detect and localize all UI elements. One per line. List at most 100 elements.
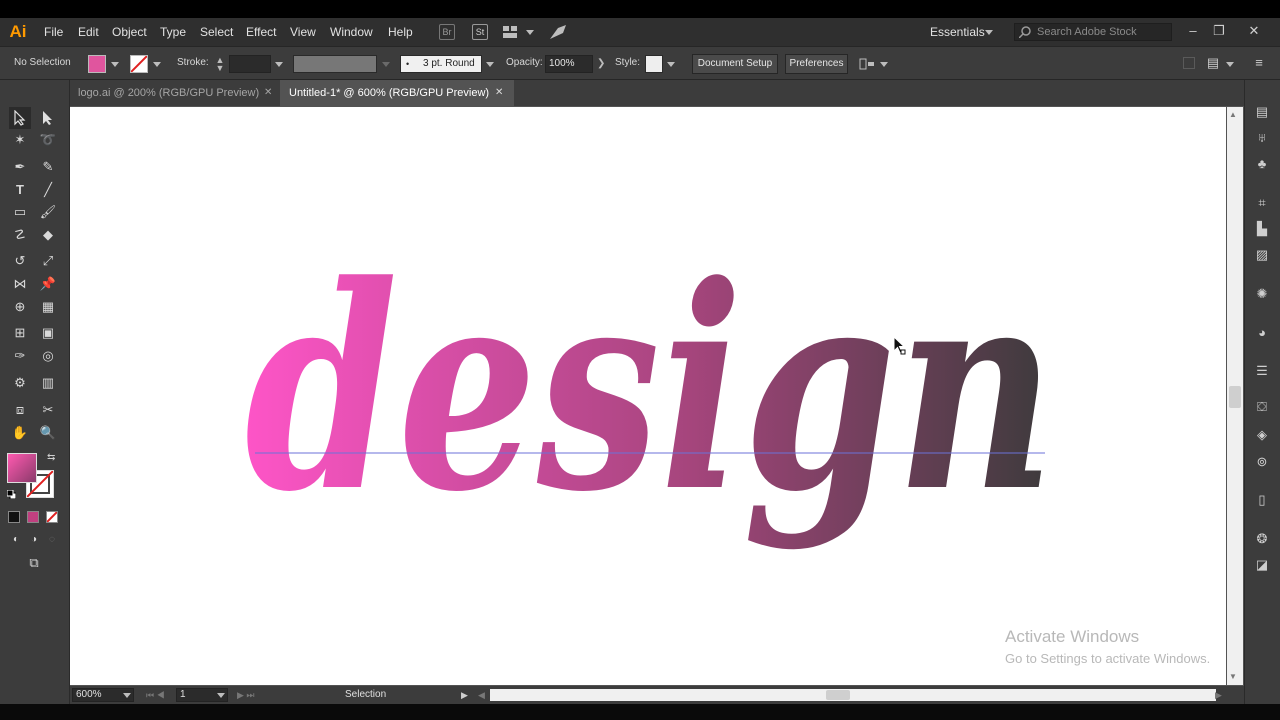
layers-panel-icon[interactable]: ◈ bbox=[1253, 426, 1271, 444]
document-setup-button[interactable]: Document Setup bbox=[692, 54, 778, 74]
arrange-chevron-down-icon[interactable] bbox=[526, 30, 534, 35]
draw-normal-icon[interactable]: ◐ bbox=[6, 530, 26, 550]
puppet-warp-tool-icon[interactable]: 📌 bbox=[38, 274, 58, 294]
stroke-chevron-down-icon[interactable] bbox=[153, 62, 161, 67]
tab-untitled-close-icon[interactable]: ✕ bbox=[495, 80, 503, 106]
zoom-tool-icon[interactable]: 🔍 bbox=[38, 423, 58, 443]
graphic-styles-panel-icon[interactable]: ❂ bbox=[1253, 530, 1271, 548]
pen-tool-icon[interactable]: ✒ bbox=[10, 157, 30, 177]
column-graph-tool-icon[interactable]: ▥ bbox=[38, 373, 58, 393]
eyedropper-tool-icon[interactable]: ✑ bbox=[10, 346, 30, 366]
align-panel-icon[interactable]: ▙ bbox=[1253, 220, 1271, 238]
slice-tool-icon[interactable]: ✂ bbox=[38, 400, 58, 420]
color-panel-icon[interactable]: ◕ bbox=[1253, 324, 1271, 342]
preferences-button[interactable]: Preferences bbox=[785, 54, 848, 74]
gradient-mode-icon[interactable] bbox=[27, 511, 39, 523]
gradient-tool-icon[interactable]: ▣ bbox=[38, 323, 58, 343]
vertical-scroll-thumb[interactable] bbox=[1229, 386, 1241, 408]
asset-export-panel-icon[interactable]: ⛋ bbox=[1253, 398, 1271, 416]
status-menu-icon[interactable]: ▶ bbox=[461, 688, 468, 702]
arrange-panels-chevron-down-icon[interactable] bbox=[1226, 62, 1234, 67]
creative-cloud-panel-icon[interactable]: ⊚ bbox=[1253, 453, 1271, 471]
color-mode-icon[interactable] bbox=[8, 511, 20, 523]
shape-builder-tool-icon[interactable]: ⊕ bbox=[10, 297, 30, 317]
paintbrush-tool-icon[interactable]: 🖌 bbox=[38, 202, 58, 222]
menu-type[interactable]: Type bbox=[160, 18, 186, 46]
blend-tool-icon[interactable]: ◎ bbox=[38, 346, 58, 366]
menu-effect[interactable]: Effect bbox=[246, 18, 276, 46]
fill-chevron-down-icon[interactable] bbox=[111, 62, 119, 67]
graphic-style-swatch[interactable] bbox=[645, 55, 663, 73]
scroll-down-icon[interactable]: ▼ bbox=[1229, 672, 1237, 681]
hand-tool-icon[interactable]: ✋ bbox=[10, 423, 30, 443]
stroke-weight-field[interactable] bbox=[229, 55, 271, 73]
artboard-tool-icon[interactable]: ⧈ bbox=[10, 400, 30, 420]
align-chevron-down-icon[interactable] bbox=[880, 62, 888, 67]
transform-panel-icon[interactable]: ⌗ bbox=[1253, 194, 1271, 212]
workspace-chevron-down-icon[interactable] bbox=[985, 30, 993, 35]
minimize-icon[interactable]: – bbox=[1181, 18, 1205, 44]
bridge-icon[interactable]: Br bbox=[439, 24, 455, 40]
menu-view[interactable]: View bbox=[290, 18, 316, 46]
mesh-tool-icon[interactable]: ⊞ bbox=[10, 323, 30, 343]
first-artboard-icon[interactable]: ⏮ ◀ bbox=[146, 688, 165, 702]
close-icon[interactable]: ✕ bbox=[1242, 18, 1266, 44]
pathfinder-panel-icon[interactable]: ▨ bbox=[1253, 246, 1271, 264]
rotate-tool-icon[interactable]: ↺ bbox=[10, 251, 30, 271]
swap-fill-stroke-icon[interactable]: ⇆ bbox=[47, 452, 55, 463]
arrange-documents-icon[interactable] bbox=[503, 26, 517, 38]
symbol-sprayer-tool-icon[interactable]: ⚙ bbox=[10, 373, 30, 393]
screen-mode-icon[interactable]: ⧉ bbox=[24, 553, 44, 573]
draw-behind-icon[interactable]: ◑ bbox=[24, 530, 44, 550]
restore-icon[interactable]: ❐ bbox=[1207, 18, 1231, 44]
arrange-panels-icon[interactable]: ▤ bbox=[1205, 55, 1221, 71]
menu-object[interactable]: Object bbox=[112, 18, 147, 46]
rectangle-tool-icon[interactable]: ▭ bbox=[10, 202, 30, 222]
perspective-grid-tool-icon[interactable]: ▦ bbox=[38, 297, 58, 317]
scale-tool-icon[interactable]: ⤢ bbox=[38, 251, 58, 271]
style-chevron-down-icon[interactable] bbox=[667, 62, 675, 67]
scroll-up-icon[interactable]: ▲ bbox=[1229, 110, 1237, 119]
libraries-panel-icon[interactable]: ♅ bbox=[1253, 129, 1271, 147]
artboards-panel-icon[interactable]: ◪ bbox=[1253, 556, 1271, 574]
stroke-weight-chevron-down-icon[interactable] bbox=[275, 62, 283, 67]
fill-color-box[interactable] bbox=[7, 453, 37, 483]
artboard-chevron-down-icon[interactable] bbox=[217, 693, 225, 698]
menu-file[interactable]: File bbox=[44, 18, 63, 46]
default-colors-icon[interactable] bbox=[6, 489, 17, 500]
stroke-panel-icon[interactable]: ☰ bbox=[1253, 362, 1271, 380]
direct-selection-tool-icon[interactable] bbox=[38, 108, 58, 128]
workspace-switcher[interactable]: Essentials bbox=[930, 18, 985, 46]
eraser-tool-icon[interactable]: ◆ bbox=[38, 225, 58, 245]
control-panel-menu-icon[interactable]: ≡ bbox=[1251, 55, 1267, 71]
line-segment-tool-icon[interactable]: ╱ bbox=[38, 180, 58, 200]
next-artboard-icon[interactable]: ▶ ⏭ bbox=[237, 688, 255, 702]
curvature-tool-icon[interactable]: ✎ bbox=[38, 157, 58, 177]
zoom-chevron-down-icon[interactable] bbox=[123, 693, 131, 698]
brush-chevron-down-icon[interactable] bbox=[486, 62, 494, 67]
align-icon[interactable] bbox=[859, 56, 875, 72]
shaper-tool-icon[interactable]: ☡ bbox=[10, 225, 30, 245]
menu-select[interactable]: Select bbox=[200, 18, 233, 46]
gradient-panel-icon[interactable]: ▯ bbox=[1253, 491, 1271, 509]
opacity-chevron-right-icon[interactable]: ❯ bbox=[597, 56, 605, 72]
width-tool-icon[interactable]: ⋈ bbox=[10, 274, 30, 294]
menu-edit[interactable]: Edit bbox=[78, 18, 99, 46]
stock-icon[interactable]: St bbox=[472, 24, 488, 40]
symbols-panel-icon[interactable]: ♣ bbox=[1253, 155, 1271, 173]
profile-chevron-down-icon[interactable] bbox=[382, 62, 390, 67]
appearance-panel-icon[interactable]: ✺ bbox=[1253, 285, 1271, 303]
type-tool-icon[interactable]: T bbox=[10, 180, 30, 200]
stroke-swatch[interactable] bbox=[130, 55, 148, 73]
horizontal-scrollbar[interactable] bbox=[490, 689, 1216, 701]
lasso-tool-icon[interactable]: ➰ bbox=[38, 130, 58, 150]
selection-tool-icon[interactable] bbox=[10, 108, 30, 128]
menu-help[interactable]: Help bbox=[388, 18, 413, 46]
horizontal-scroll-thumb[interactable] bbox=[826, 690, 850, 700]
none-mode-icon[interactable] bbox=[46, 511, 58, 523]
draw-inside-icon[interactable]: ◌ bbox=[42, 530, 62, 550]
transform-icon[interactable] bbox=[1183, 57, 1195, 69]
gpu-performance-icon[interactable] bbox=[549, 24, 567, 40]
variable-width-profile[interactable] bbox=[293, 55, 377, 73]
properties-panel-icon[interactable]: ▤ bbox=[1253, 103, 1271, 121]
